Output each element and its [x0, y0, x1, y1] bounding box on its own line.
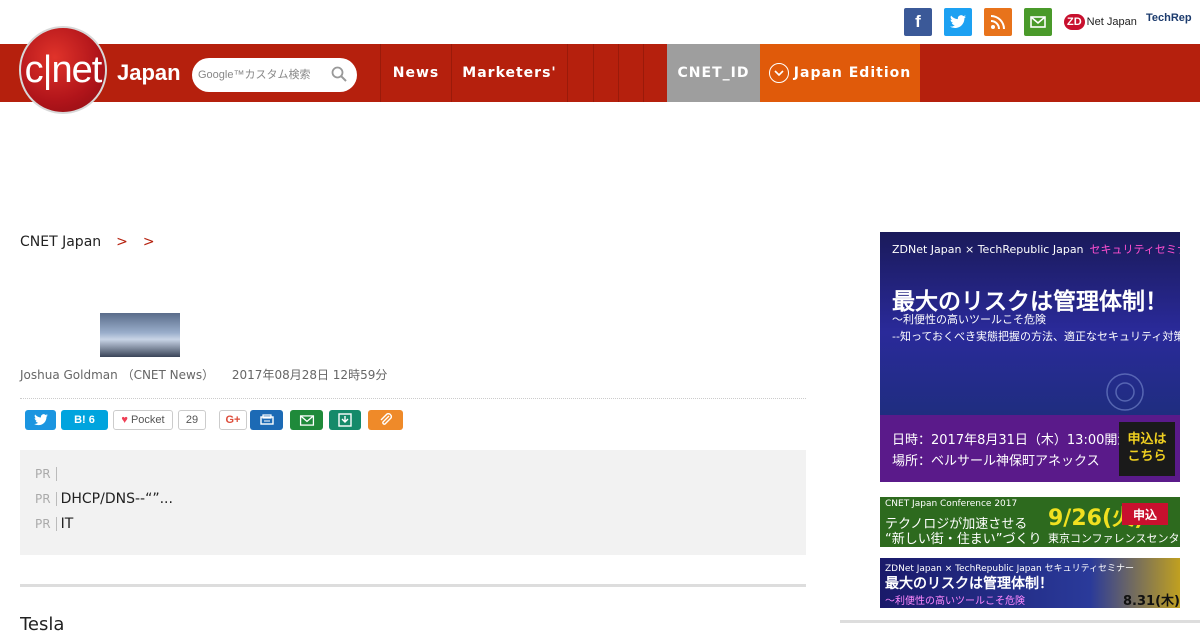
ad-footer: 日時：2017年8月31日（木）13:00開演 場所：ベルサール神保町アネックス…: [880, 415, 1180, 482]
search-box: [192, 58, 357, 92]
pocket-label: Pocket: [130, 414, 165, 426]
pocket-icon: ♥: [121, 414, 128, 426]
pr-tag: PR: [35, 492, 57, 506]
publish-date: 2017年08月28日 12時59分: [231, 368, 388, 382]
search-input[interactable]: [198, 66, 323, 84]
ad-venue: 場所：ベルサール神保町アネックス: [892, 454, 1100, 469]
pr-link-text[interactable]: IT: [61, 516, 74, 532]
share-twitter-button[interactable]: [25, 410, 56, 430]
article-byline: Joshua Goldman （CNET News） 2017年08月28日 1…: [20, 366, 387, 383]
ad-apply-button[interactable]: 申込: [1122, 503, 1168, 525]
share-gplus-button[interactable]: G+: [219, 410, 247, 430]
nav-marketers[interactable]: Marketers': [451, 44, 567, 102]
nav-item-3[interactable]: [567, 44, 593, 102]
nav-item-4[interactable]: [593, 44, 618, 102]
nav-item-6[interactable]: [643, 44, 667, 102]
chevron-down-icon: [768, 63, 789, 83]
article-body: Tesla: [20, 614, 65, 635]
mail-icon[interactable]: [1024, 8, 1052, 36]
techrepublic-logo[interactable]: TechRep: [1146, 12, 1192, 24]
breadcrumb-home[interactable]: CNET Japan: [20, 234, 101, 250]
ad-line: “新しい街・住まい”づくり: [885, 532, 1042, 547]
ad-date: 日時：2017年8月31日（木）13:00開演: [892, 433, 1131, 448]
share-pocket-button[interactable]: ♥ Pocket: [113, 410, 173, 430]
rss-icon[interactable]: [984, 8, 1012, 36]
nav-news[interactable]: News: [380, 44, 451, 102]
twitter-icon[interactable]: [944, 8, 972, 36]
pr-link[interactable]: PR: [35, 466, 61, 482]
pr-link[interactable]: PR IT: [35, 516, 73, 532]
ad-header: ZDNet Japan × TechRepublic Japan セキュリティセミ…: [892, 243, 1180, 256]
nav-item-5[interactable]: [618, 44, 643, 102]
ad-decoration: [1106, 373, 1144, 411]
ad-venue: 東京コンファレンスセンター: [1048, 532, 1180, 545]
ad-headline: 最大のリスクは管理体制！: [885, 576, 1053, 592]
search-icon[interactable]: [331, 66, 347, 82]
ad-subtitle: --知っておくべき実態把握の方法、適正なセキュリティ対策〜: [892, 330, 1180, 343]
author[interactable]: Joshua Goldman （CNET News）: [20, 368, 214, 382]
ad-apply-button[interactable]: 申込は こちら: [1119, 422, 1175, 476]
breadcrumb-separator: >: [116, 234, 128, 250]
download-icon: [338, 413, 352, 427]
japan-edition-label: Japan Edition: [793, 65, 912, 81]
divider: [20, 398, 806, 399]
cnet-logo[interactable]: c|net: [19, 26, 107, 114]
ad-title: CNET Japan Conference 2017: [885, 499, 1018, 509]
top-bar: f ZD Net Japan TechRep: [0, 0, 1200, 44]
ad-subtitle: 〜利便性の高いツールこそ危険: [892, 313, 1046, 326]
ad-subtitle: 〜利便性の高いツールこそ危険: [885, 596, 1025, 607]
ad-security-banner[interactable]: ZDNet Japan × TechRepublic Japan セキュリティセ…: [880, 558, 1180, 608]
breadcrumb-separator: >: [142, 234, 155, 250]
clip-icon: [380, 413, 392, 425]
pr-link-text[interactable]: DHCP/DNS--“”...: [61, 491, 173, 507]
pr-link[interactable]: PR DHCP/DNS--“”...: [35, 491, 173, 507]
ad-conference[interactable]: CNET Japan Conference 2017 テクノロジが加速させる “…: [880, 497, 1180, 547]
save-button[interactable]: [329, 410, 361, 430]
ad-security-seminar[interactable]: ZDNet Japan × TechRepublic Japan セキュリティセミ…: [880, 232, 1180, 482]
nav-japan-edition[interactable]: Japan Edition: [760, 44, 920, 102]
pocket-count: 29: [178, 410, 206, 430]
pr-tag: PR: [35, 467, 57, 481]
print-button[interactable]: [250, 410, 283, 430]
copy-link-button[interactable]: [368, 410, 403, 430]
edition-label[interactable]: Japan: [117, 60, 181, 86]
pr-links-box: PR PR DHCP/DNS--“”... PR IT: [20, 450, 806, 555]
divider: [840, 620, 1200, 623]
breadcrumb: CNET Japan > >: [20, 234, 164, 250]
pr-tag: PR: [35, 517, 57, 531]
share-hatena-button[interactable]: B! 6: [61, 410, 108, 430]
facebook-icon[interactable]: f: [904, 8, 932, 36]
nav-cnet-id[interactable]: CNET_ID: [667, 44, 760, 102]
print-icon: [259, 414, 274, 425]
mail-icon: [299, 414, 314, 426]
divider: [20, 584, 806, 587]
share-mail-button[interactable]: [290, 410, 323, 430]
article-thumbnail[interactable]: [100, 313, 180, 357]
zdnet-logo[interactable]: ZD Net Japan: [1064, 9, 1137, 35]
ad-date: 8.31(木): [1123, 594, 1180, 608]
